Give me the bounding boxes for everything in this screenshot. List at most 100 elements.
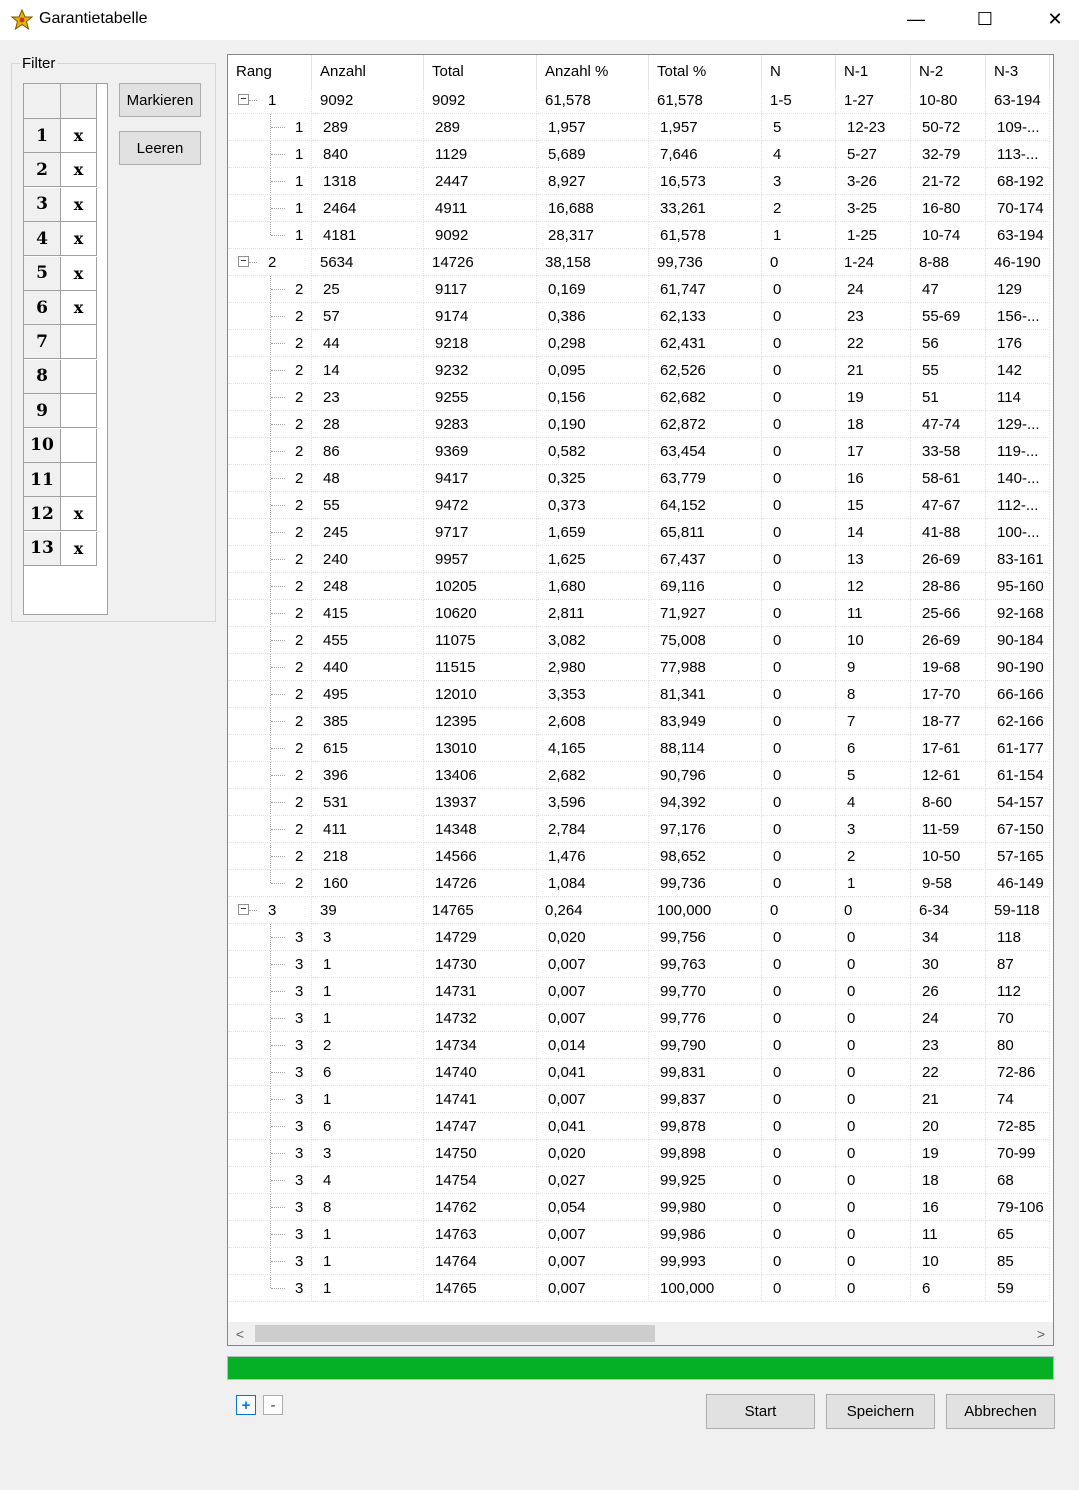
table-row[interactable]: 3 2 14734 0,014 99,790 0 0 23 80 bbox=[228, 1032, 1050, 1059]
table-row[interactable]: 2 28 9283 0,190 62,872 0 18 47-74 129-... bbox=[228, 411, 1050, 438]
filter-row-mark[interactable]: x bbox=[61, 222, 97, 257]
filter-row[interactable]: 3x bbox=[24, 187, 97, 222]
filter-row[interactable]: 11 bbox=[24, 463, 97, 497]
table-row[interactable]: 2 411 14348 2,784 97,176 0 3 11-59 67-150 bbox=[228, 816, 1050, 843]
filter-row[interactable]: 5x bbox=[24, 256, 97, 291]
filter-row-number[interactable]: 11 bbox=[24, 463, 61, 497]
maximize-button[interactable]: ☐ bbox=[955, 0, 1015, 38]
table-row[interactable]: 3 4 14754 0,027 99,925 0 0 18 68 bbox=[228, 1167, 1050, 1194]
filter-row-mark[interactable]: x bbox=[61, 119, 97, 153]
table-row[interactable]: 2 385 12395 2,608 83,949 0 7 18-77 62-166 bbox=[228, 708, 1050, 735]
column-header[interactable]: N-1 bbox=[836, 55, 911, 89]
table-row[interactable]: 3 1 14765 0,007 100,000 0 0 6 59 bbox=[228, 1275, 1050, 1302]
table-row[interactable]: 1 840 1129 5,689 7,646 4 5-27 32-79 113-... bbox=[228, 141, 1050, 168]
table-row[interactable]: 2 48 9417 0,325 63,779 0 16 58-61 140-... bbox=[228, 465, 1050, 492]
table-row[interactable]: 3 1 14730 0,007 99,763 0 0 30 87 bbox=[228, 951, 1050, 978]
table-row[interactable]: 3 1 14731 0,007 99,770 0 0 26 112 bbox=[228, 978, 1050, 1005]
table-row[interactable]: 3 8 14762 0,054 99,980 0 0 16 79-106 bbox=[228, 1194, 1050, 1221]
table-row[interactable]: 2 415 10620 2,811 71,927 0 11 25-66 92-168 bbox=[228, 600, 1050, 627]
table-row[interactable]: 3 1 14763 0,007 99,986 0 0 11 65 bbox=[228, 1221, 1050, 1248]
tree-group-row[interactable]: −3 39 14765 0,264 100,000 0 0 6-34 59-118 bbox=[228, 897, 1050, 924]
collapse-toggle-icon[interactable]: − bbox=[238, 94, 249, 105]
table-row[interactable]: 2 240 9957 1,625 67,437 0 13 26-69 83-161 bbox=[228, 546, 1050, 573]
filter-row[interactable]: 12 x bbox=[24, 497, 97, 532]
column-header[interactable]: N-3 bbox=[986, 55, 1050, 89]
table-row[interactable]: 2 86 9369 0,582 63,454 0 17 33-58 119-... bbox=[228, 438, 1050, 465]
filter-row-mark[interactable] bbox=[61, 463, 97, 497]
column-header[interactable]: Rang bbox=[228, 55, 312, 89]
table-row[interactable]: 1 2464 4911 16,688 33,261 2 3-25 16-80 70-174 bbox=[228, 195, 1050, 222]
table-row[interactable]: 3 1 14741 0,007 99,837 0 0 21 74 bbox=[228, 1086, 1050, 1113]
filter-row[interactable]: 10 bbox=[24, 428, 97, 463]
filter-row-number[interactable]: 2 bbox=[24, 153, 61, 188]
clear-button[interactable]: Leeren bbox=[119, 131, 201, 165]
filter-row[interactable]: 6x bbox=[24, 291, 97, 325]
cancel-button[interactable]: Abbrechen bbox=[946, 1394, 1055, 1429]
table-row[interactable]: 3 3 14750 0,020 99,898 0 0 19 70-99 bbox=[228, 1140, 1050, 1167]
expand-all-button[interactable]: + bbox=[236, 1395, 256, 1415]
filter-row-number[interactable]: 1 bbox=[24, 119, 61, 153]
table-row[interactable]: 2 245 9717 1,659 65,811 0 14 41-88 100-... bbox=[228, 519, 1050, 546]
filter-row-mark[interactable] bbox=[61, 428, 97, 463]
filter-row-mark[interactable]: x bbox=[61, 256, 97, 291]
filter-row-mark[interactable]: x bbox=[61, 291, 97, 325]
table-row[interactable]: 2 455 11075 3,082 75,008 0 10 26-69 90-184 bbox=[228, 627, 1050, 654]
filter-row-mark[interactable] bbox=[61, 359, 97, 394]
table-row[interactable]: 3 6 14747 0,041 99,878 0 0 20 72-85 bbox=[228, 1113, 1050, 1140]
filter-row[interactable]: 7 bbox=[24, 325, 97, 360]
filter-row-mark[interactable] bbox=[61, 325, 97, 360]
filter-grid[interactable]: 1 x 2 x 3 x 4 x 5 x 6 x 7 8 9 10 11 12 x 13 x bbox=[23, 83, 108, 615]
filter-row[interactable]: 9 bbox=[24, 394, 97, 429]
table-row[interactable]: 2 23 9255 0,156 62,682 0 19 51 114 bbox=[228, 384, 1050, 411]
filter-row-number[interactable]: 13 bbox=[24, 531, 61, 566]
scroll-left-arrow[interactable]: < bbox=[230, 1322, 250, 1345]
filter-row-number[interactable]: 9 bbox=[24, 394, 61, 429]
filter-row[interactable]: 2x bbox=[24, 153, 97, 188]
tree-group-row[interactable]: −2 5634 14726 38,158 99,736 0 1-24 8-88 46-190 bbox=[228, 249, 1050, 276]
filter-row-mark[interactable]: x bbox=[61, 497, 97, 532]
minimize-button[interactable]: — bbox=[886, 0, 946, 38]
tree-group-row[interactable]: −1 9092 9092 61,578 61,578 1-5 1-27 10-80 63-194 bbox=[228, 87, 1050, 114]
filter-row-number[interactable]: 6 bbox=[24, 291, 61, 325]
start-button[interactable]: Start bbox=[706, 1394, 815, 1429]
table-row[interactable]: 1 1318 2447 8,927 16,573 3 3-26 21-72 68-192 bbox=[228, 168, 1050, 195]
collapse-toggle-icon[interactable]: − bbox=[238, 256, 249, 267]
filter-row-mark[interactable] bbox=[61, 394, 97, 429]
filter-row-mark[interactable]: x bbox=[61, 531, 97, 566]
save-button[interactable]: Speichern bbox=[826, 1394, 935, 1429]
horizontal-scrollbar[interactable]: < > bbox=[228, 1322, 1053, 1345]
mark-button[interactable]: Markieren bbox=[119, 83, 201, 117]
table-row[interactable]: 2 218 14566 1,476 98,652 0 2 10-50 57-165 bbox=[228, 843, 1050, 870]
scrollbar-thumb[interactable] bbox=[255, 1325, 655, 1342]
column-header[interactable]: Anzahl % bbox=[537, 55, 649, 89]
column-header[interactable]: Total % bbox=[649, 55, 762, 89]
table-row[interactable]: 1 4181 9092 28,317 61,578 1 1-25 10-74 63-194 bbox=[228, 222, 1050, 249]
table-row[interactable]: 2 440 11515 2,980 77,988 0 9 19-68 90-190 bbox=[228, 654, 1050, 681]
table-row[interactable]: 2 531 13937 3,596 94,392 0 4 8-60 54-157 bbox=[228, 789, 1050, 816]
close-button[interactable]: ✕ bbox=[1025, 0, 1079, 38]
table-row[interactable]: 3 6 14740 0,041 99,831 0 0 22 72-86 bbox=[228, 1059, 1050, 1086]
table-row[interactable]: 2 396 13406 2,682 90,796 0 5 12-61 61-154 bbox=[228, 762, 1050, 789]
table-row[interactable]: 2 14 9232 0,095 62,526 0 21 55 142 bbox=[228, 357, 1050, 384]
filter-row-number[interactable]: 12 bbox=[24, 497, 61, 532]
filter-row-number[interactable]: 5 bbox=[24, 256, 61, 291]
column-header[interactable]: Total bbox=[424, 55, 537, 89]
filter-row-number[interactable]: 4 bbox=[24, 222, 61, 257]
table-row[interactable]: 2 615 13010 4,165 88,114 0 6 17-61 61-177 bbox=[228, 735, 1050, 762]
table-row[interactable]: 2 25 9117 0,169 61,747 0 24 47 129 bbox=[228, 276, 1050, 303]
column-header[interactable]: Anzahl bbox=[312, 55, 424, 89]
table-row[interactable]: 3 3 14729 0,020 99,756 0 0 34 118 bbox=[228, 924, 1050, 951]
filter-row-number[interactable]: 7 bbox=[24, 325, 61, 360]
table-row[interactable]: 2 55 9472 0,373 64,152 0 15 47-67 112-... bbox=[228, 492, 1050, 519]
table-row[interactable]: 2 248 10205 1,680 69,116 0 12 28-86 95-160 bbox=[228, 573, 1050, 600]
filter-row-number[interactable]: 3 bbox=[24, 187, 61, 222]
column-header[interactable]: N bbox=[762, 55, 836, 89]
collapse-toggle-icon[interactable]: − bbox=[238, 904, 249, 915]
table-row[interactable]: 1 289 289 1,957 1,957 5 12-23 50-72 109-... bbox=[228, 114, 1050, 141]
filter-row[interactable]: 1x bbox=[24, 119, 97, 153]
table-row[interactable]: 2 57 9174 0,386 62,133 0 23 55-69 156-... bbox=[228, 303, 1050, 330]
scroll-right-arrow[interactable]: > bbox=[1031, 1322, 1051, 1345]
column-header[interactable]: N-2 bbox=[911, 55, 986, 89]
table-row[interactable]: 2 44 9218 0,298 62,431 0 22 56 176 bbox=[228, 330, 1050, 357]
table-row[interactable]: 3 1 14764 0,007 99,993 0 0 10 85 bbox=[228, 1248, 1050, 1275]
